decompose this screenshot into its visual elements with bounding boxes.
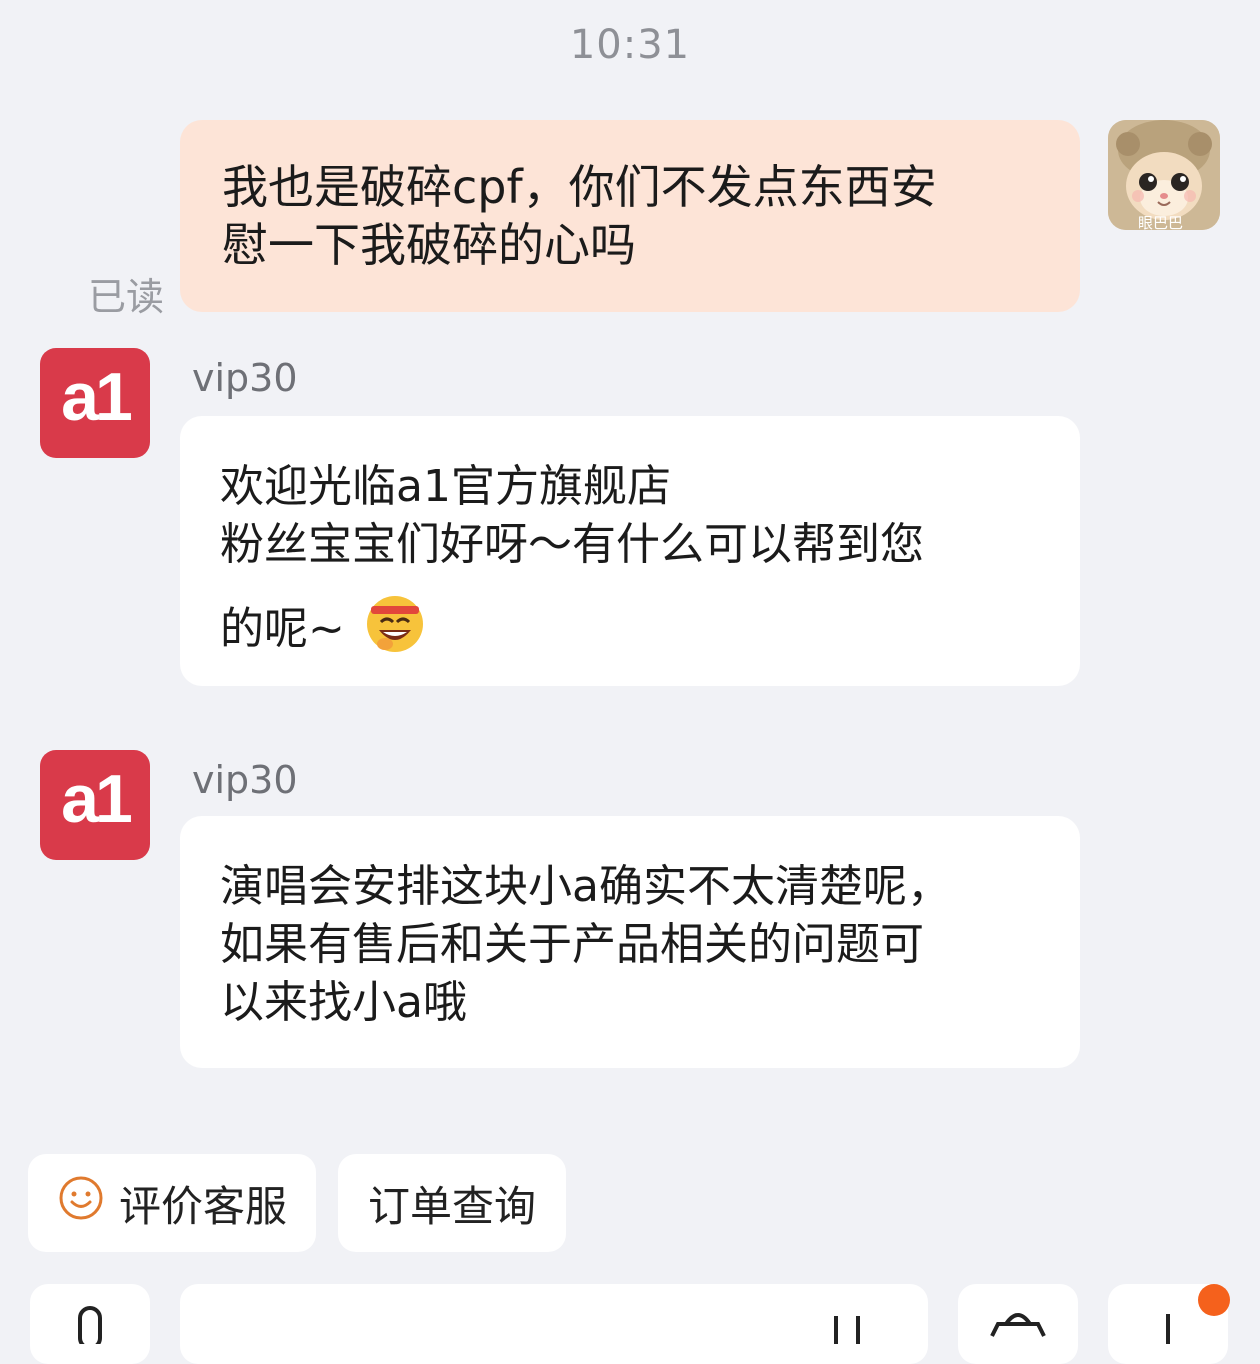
message-input[interactable]: [180, 1284, 928, 1364]
message-line-with-emoji: 的呢~: [220, 592, 1040, 671]
incoming-message-bubble[interactable]: 欢迎光临a1官方旗舰店 粉丝宝宝们好呀～有什么可以帮到您 的呢~: [180, 416, 1080, 686]
shop-logo-text: a1: [61, 359, 133, 435]
message-timestamp: 10:31: [569, 22, 691, 68]
shop-avatar[interactable]: a1: [40, 750, 150, 860]
user-avatar[interactable]: 眼巴巴: [1108, 120, 1220, 230]
chip-label: 评价客服: [118, 1181, 287, 1231]
shop-logo-text: a1: [61, 761, 133, 837]
shopping-bag-icon: [990, 1313, 1046, 1337]
message-line: 以来找小a哦: [220, 977, 467, 1028]
avatar-caption: 眼巴巴: [1138, 214, 1184, 230]
message-line: 慰一下我破碎的心吗: [222, 218, 636, 272]
notification-dot: [1198, 1284, 1230, 1316]
voice-button[interactable]: [30, 1284, 150, 1364]
message-line: 粉丝宝宝们好呀～有什么可以帮到您: [220, 519, 924, 570]
message-line: 欢迎光临a1官方旗舰店: [220, 461, 671, 512]
outgoing-message-bubble[interactable]: 我也是破碎cpf，你们不发点东西安 慰一下我破碎的心吗: [180, 120, 1080, 312]
message-text: 的呢~: [220, 603, 345, 655]
shop-avatar[interactable]: a1: [40, 348, 150, 458]
sender-name: vip30: [192, 356, 298, 400]
smile-icon: [57, 1174, 105, 1232]
message-line: 演唱会安排这块小a确实不太清楚呢，: [220, 861, 951, 912]
rate-service-button[interactable]: 评价客服: [28, 1154, 316, 1252]
grinning-face-emoji: [363, 592, 427, 671]
message-line: 如果有售后和关于产品相关的问题可: [220, 919, 924, 970]
microphone-icon: [78, 1306, 102, 1350]
sender-name: vip30: [192, 758, 298, 802]
incoming-message-bubble[interactable]: 演唱会安排这块小a确实不太清楚呢， 如果有售后和关于产品相关的问题可 以来找小a…: [180, 816, 1080, 1068]
chip-label: 订单查询: [367, 1181, 536, 1231]
emoji-toggle-icon: [834, 1316, 860, 1346]
message-line: 我也是破碎cpf，你们不发点东西安: [222, 160, 937, 214]
order-query-button[interactable]: 订单查询: [338, 1154, 566, 1252]
shop-button[interactable]: [958, 1284, 1078, 1364]
read-status: 已读: [88, 275, 165, 319]
